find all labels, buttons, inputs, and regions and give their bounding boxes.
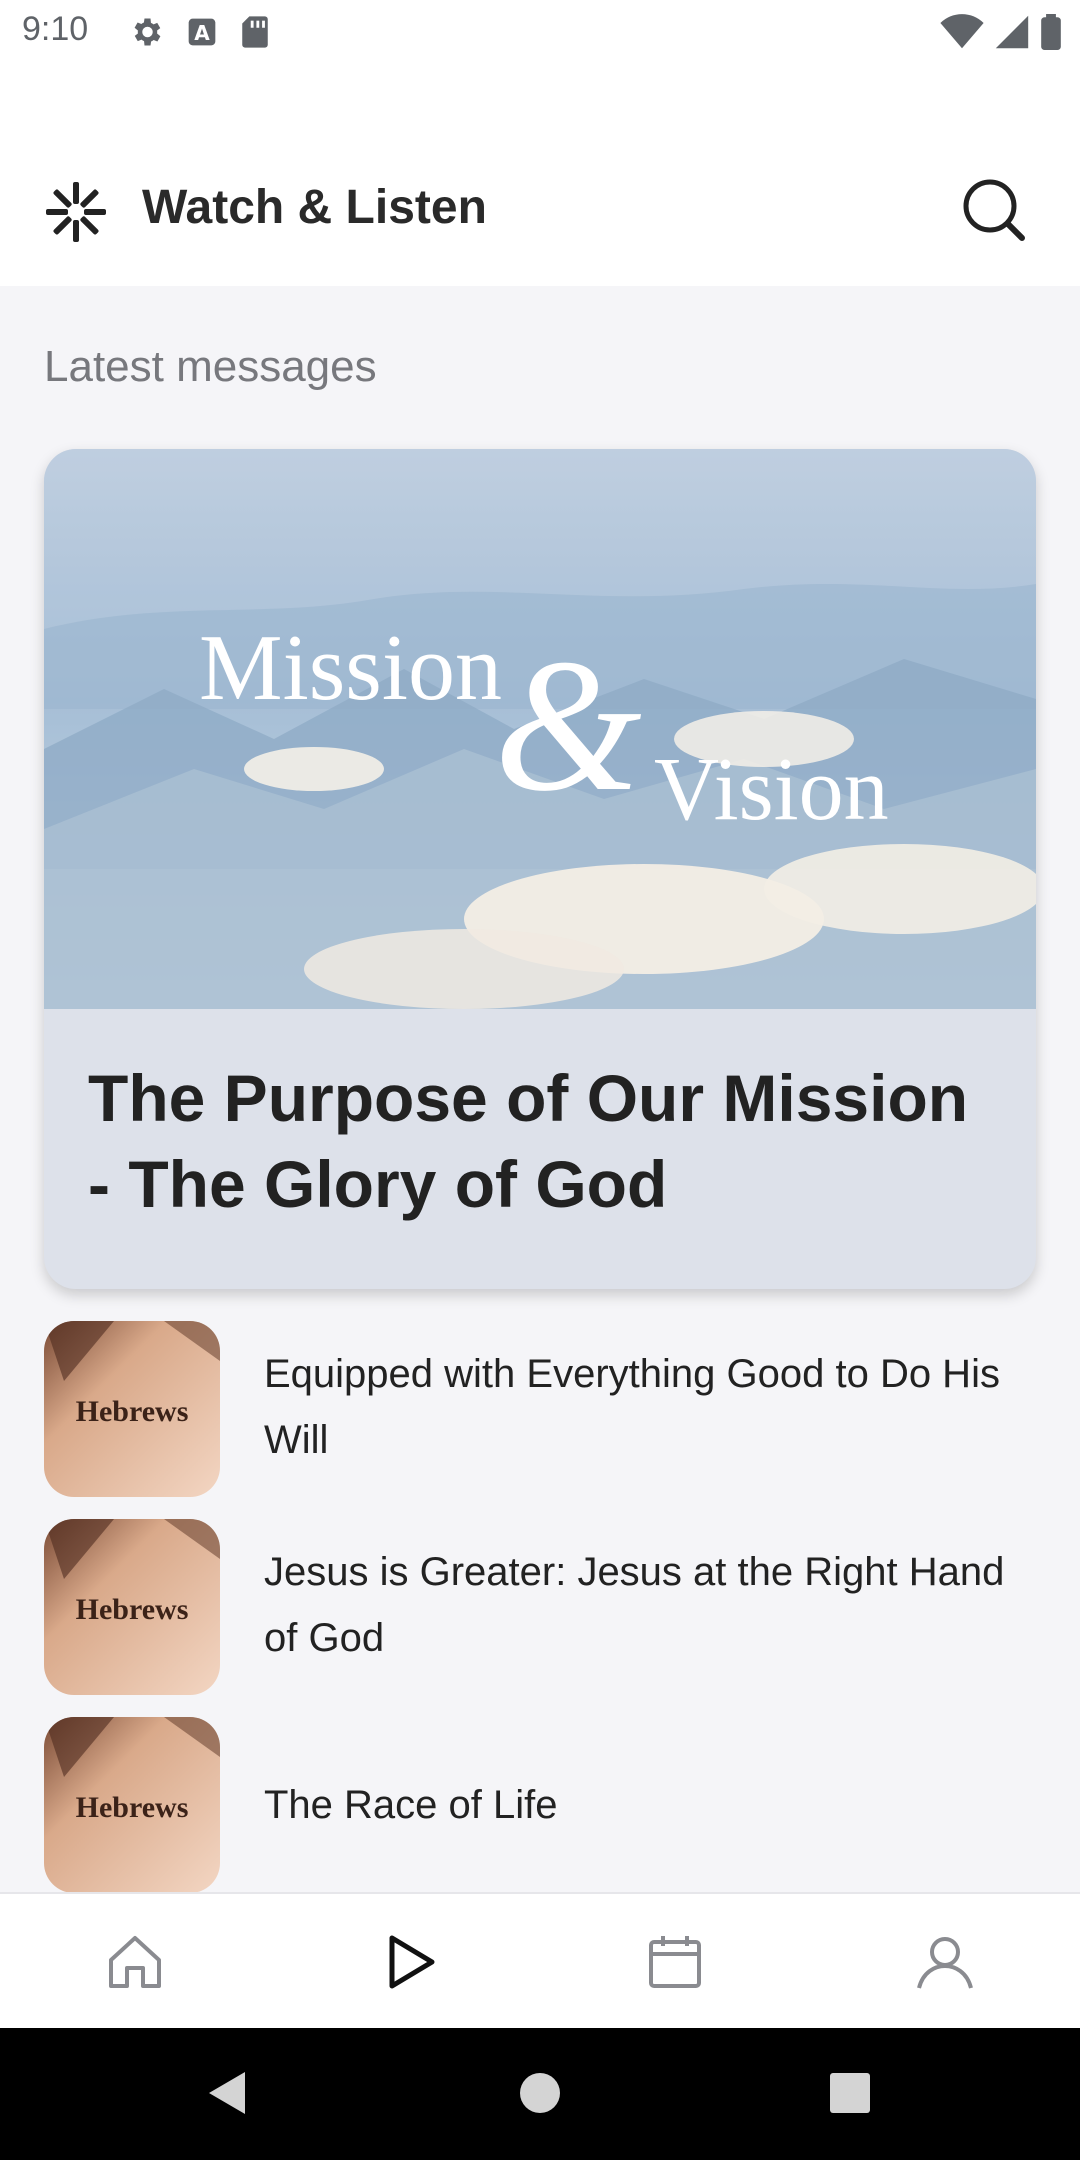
list-item[interactable]: Hebrews The Race of Life bbox=[44, 1717, 1036, 1892]
message-thumbnail: Hebrews bbox=[44, 1717, 220, 1892]
status-bar: 9:10 A bbox=[0, 0, 1080, 66]
status-time: 9:10 bbox=[22, 10, 89, 48]
search-icon[interactable] bbox=[958, 174, 1030, 246]
content-area[interactable]: Latest messages Mission & Vision The Pur… bbox=[0, 286, 1080, 1892]
recents-icon[interactable] bbox=[829, 2072, 871, 2119]
message-thumbnail: Hebrews bbox=[44, 1321, 220, 1497]
font-a-icon: A bbox=[186, 16, 218, 53]
profile-icon[interactable] bbox=[905, 1922, 985, 2002]
featured-title[interactable]: The Purpose of Our Mission - The Glory o… bbox=[88, 1055, 1008, 1227]
message-title[interactable]: The Race of Life bbox=[264, 1772, 1034, 1838]
asterisk-logo-icon bbox=[40, 176, 112, 248]
list-item[interactable]: Hebrews Jesus is Greater: Jesus at the R… bbox=[44, 1519, 1036, 1695]
app-header: Watch & Listen bbox=[0, 140, 1080, 286]
message-title[interactable]: Equipped with Everything Good to Do His … bbox=[264, 1341, 1034, 1473]
back-icon[interactable] bbox=[205, 2068, 249, 2123]
image-title-vision: Vision bbox=[654, 740, 889, 839]
message-title[interactable]: Jesus is Greater: Jesus at the Right Han… bbox=[264, 1539, 1034, 1671]
play-icon[interactable] bbox=[370, 1922, 450, 2002]
signal-icon bbox=[994, 14, 1030, 55]
thumb-label: Hebrews bbox=[76, 1395, 189, 1428]
system-nav-bar bbox=[0, 2028, 1080, 2160]
page-title: Watch & Listen bbox=[142, 181, 487, 234]
thumb-label: Hebrews bbox=[76, 1593, 189, 1626]
calendar-icon[interactable] bbox=[635, 1922, 715, 2002]
home-circle-icon[interactable] bbox=[519, 2072, 561, 2119]
message-thumbnail: Hebrews bbox=[44, 1519, 220, 1695]
featured-image: Mission & Vision bbox=[44, 449, 1036, 1009]
wifi-icon bbox=[940, 14, 984, 55]
home-icon[interactable] bbox=[95, 1922, 175, 2002]
image-title-mission: Mission bbox=[199, 616, 502, 720]
image-title-ampersand: & bbox=[494, 621, 642, 831]
thumb-label: Hebrews bbox=[76, 1791, 189, 1824]
sd-card-icon bbox=[240, 15, 270, 54]
battery-icon bbox=[1040, 14, 1062, 55]
svg-text:A: A bbox=[194, 21, 210, 45]
featured-message-card[interactable]: Mission & Vision The Purpose of Our Miss… bbox=[44, 449, 1036, 1289]
list-item[interactable]: Hebrews Equipped with Everything Good to… bbox=[44, 1321, 1036, 1497]
bottom-nav bbox=[0, 1892, 1080, 2028]
gear-icon bbox=[128, 14, 164, 55]
section-title: Latest messages bbox=[44, 342, 377, 391]
